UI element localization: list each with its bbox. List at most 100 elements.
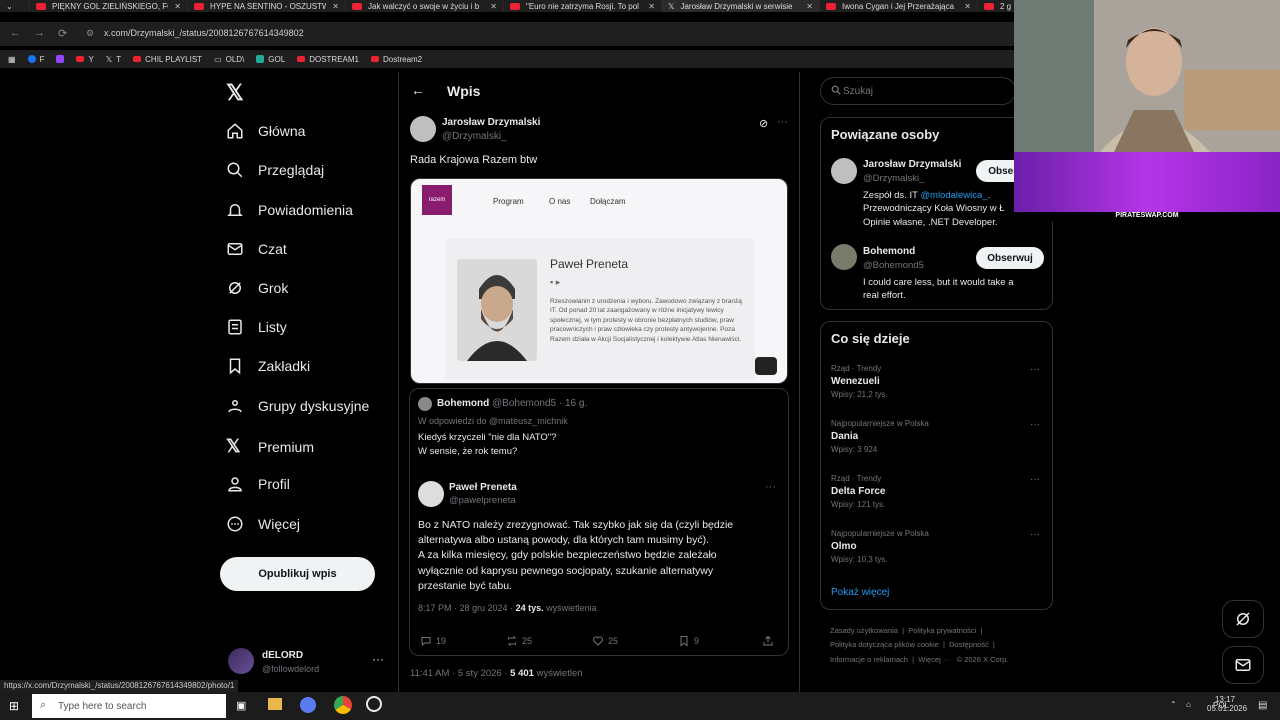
nav-chat[interactable]: Czat <box>226 240 287 258</box>
forward-icon[interactable]: → <box>34 27 45 39</box>
trend-item[interactable]: Najpopularniejsze w Polska Olmo Wpisy: 10,… <box>831 529 1046 564</box>
nav-home[interactable]: Główna <box>226 122 305 140</box>
x-logo-icon[interactable]: 𝕏 <box>226 80 244 106</box>
site-info-icon[interactable]: ⚙ <box>86 28 94 39</box>
trend-item[interactable]: Rząd · Trendy Delta Force Wpisy: 121 tys. … <box>831 474 1046 509</box>
back-icon[interactable]: ← <box>10 27 21 39</box>
network-icon[interactable]: ⌂ <box>1186 700 1191 709</box>
nav-communities[interactable]: Grupy dyskusyjne <box>226 397 369 415</box>
messages-button[interactable] <box>1222 646 1264 684</box>
chrome-icon[interactable] <box>334 696 352 714</box>
bell-icon <box>227 204 243 216</box>
close-icon[interactable]: ✕ <box>174 2 181 11</box>
tweet-timestamp: 11:41 AM · 5 sty 2026 · 5 401 wyświetleń <box>410 668 583 679</box>
close-icon[interactable]: ✕ <box>806 2 813 11</box>
discord-icon[interactable] <box>300 697 316 713</box>
bookmark-y[interactable]: Y <box>76 55 94 64</box>
apps-icon[interactable]: ▦ <box>8 55 16 64</box>
back-arrow-icon[interactable]: ← <box>411 82 425 98</box>
mail-icon <box>1235 659 1251 671</box>
tab-menu-button[interactable]: ⌄ <box>0 0 30 12</box>
trend-item[interactable]: Rząd · Trendy Wenezueli Wpisy: 21,2 tys. ·… <box>831 364 1046 399</box>
tab-2[interactable]: HYPE NA SENTINO - OSZUSTW ✕ <box>188 0 346 12</box>
reply-button[interactable]: 19 <box>420 635 446 647</box>
person-name: Paweł Preneta <box>550 257 629 271</box>
bookmark-gol[interactable]: GOL <box>256 55 285 64</box>
avatar[interactable] <box>831 158 857 184</box>
person-photo <box>457 259 537 361</box>
youtube-icon <box>133 56 142 62</box>
tab-3[interactable]: Jak walczyć o swoje w życiu i b ✕ <box>346 0 504 12</box>
nav-profile[interactable]: Profil <box>226 475 290 493</box>
tray-chevron-icon[interactable]: ⌃ <box>1170 700 1177 709</box>
reload-icon[interactable]: ⟳ <box>58 27 67 40</box>
social-icons: ▪ ▸ <box>550 277 561 287</box>
like-button[interactable]: 25 <box>592 635 618 647</box>
more-icon[interactable]: ··· <box>765 481 776 493</box>
bookmark-t[interactable]: 𝕏T <box>106 55 121 64</box>
author-handle[interactable]: @Drzymalski_ <box>442 131 507 142</box>
close-icon[interactable]: ✕ <box>648 2 655 11</box>
page-title: Wpis <box>447 83 481 99</box>
close-icon[interactable]: ✕ <box>490 2 497 11</box>
trend-item[interactable]: Najpopularniejsze w Polska Dania Wpisy: 3 … <box>831 419 1046 454</box>
person-bio: I could care less, but it would take a re… <box>863 277 1014 302</box>
repost-icon <box>507 636 517 646</box>
grok-icon <box>1236 612 1250 626</box>
nav-grok[interactable]: Grok <box>226 279 288 297</box>
author-name[interactable]: Jarosław Drzymalski <box>442 117 540 128</box>
avatar[interactable] <box>410 116 436 142</box>
tab-1[interactable]: PIĘKNY GOL ZIELIŃSKIEGO, FO ✕ <box>30 0 188 12</box>
bookmark-button[interactable]: 9 <box>678 635 699 647</box>
nav-more[interactable]: Więcej <box>226 515 300 533</box>
more-icon[interactable]: ··· <box>1030 419 1040 430</box>
avatar <box>418 481 444 507</box>
file-explorer-icon[interactable] <box>268 698 282 710</box>
bookmark-chil[interactable]: CHIL PLAYLIST <box>133 55 202 64</box>
sponsor-text: PIRATESWAP.COM <box>1014 212 1280 222</box>
nav-notifications[interactable]: Powiadomienia <box>226 201 353 219</box>
post-button[interactable]: Opublikuj wpis <box>220 557 375 591</box>
bookmark-old[interactable]: ▭ OLD\ <box>214 55 244 64</box>
show-more-link[interactable]: Pokaż więcej <box>831 587 889 598</box>
follow-button[interactable]: Obserwuj <box>976 247 1044 269</box>
status-link: https://x.com/Drzymalski_/status/2008126… <box>0 680 239 692</box>
bookmark-dostream2[interactable]: Dostream2 <box>371 55 422 64</box>
close-icon[interactable]: ✕ <box>964 2 971 11</box>
related-title: Powiązane osoby <box>831 127 940 142</box>
grok-button[interactable] <box>1222 600 1264 638</box>
nav-explore[interactable]: Przeglądaj <box>226 161 324 179</box>
quoted-thread[interactable]: Bohemond @Bohemond5 · 16 g. W odpowiedzi… <box>409 388 789 656</box>
taskbar-search[interactable]: ⌕ Type here to search <box>32 694 226 718</box>
windows-start-icon[interactable]: ⊞ <box>9 699 19 713</box>
grok-icon[interactable]: ⊘ <box>759 117 768 130</box>
nav-premium[interactable]: 𝕏 Premium <box>226 436 314 457</box>
tab-6[interactable]: Iwona Cygan i Jej Przerażająca ✕ <box>820 0 978 12</box>
more-icon[interactable]: ··· <box>777 116 788 128</box>
url-field[interactable]: x.com/Drzymalski_/status/200812676761434… <box>104 28 304 38</box>
obs-icon[interactable] <box>366 696 382 712</box>
nav-bookmarks[interactable]: Zakładki <box>226 357 310 375</box>
alt-text-icon[interactable] <box>755 357 777 375</box>
close-icon[interactable]: ✕ <box>332 2 339 11</box>
tab-4[interactable]: "Euro nie zatrzyma Rosji. To pol ✕ <box>504 0 662 12</box>
task-view-icon[interactable]: ▣ <box>236 699 246 712</box>
clock[interactable]: 13:17 05.01.2026 <box>1207 695 1247 713</box>
image-card[interactable]: razem Program O nas Dołączam Paweł Prene… <box>410 178 788 384</box>
account-switcher[interactable]: dELORD @followdelord ··· <box>228 646 398 682</box>
more-icon[interactable]: ··· <box>372 652 384 666</box>
bookmark-dostream1[interactable]: DOSTREAM1 <box>297 55 359 64</box>
bookmark-f[interactable]: F <box>27 55 44 64</box>
more-icon[interactable]: ··· <box>1030 529 1040 540</box>
share-button[interactable] <box>762 635 774 647</box>
nav-lists[interactable]: Listy <box>226 318 287 336</box>
home-icon <box>227 123 243 139</box>
notifications-icon[interactable]: ▤ <box>1258 700 1267 711</box>
avatar[interactable] <box>831 244 857 270</box>
bookmark-twitch[interactable] <box>56 55 65 63</box>
tab-5-active[interactable]: 𝕏 Jarosław Drzymalski w serwisie ✕ <box>662 0 820 12</box>
more-icon[interactable]: ··· <box>1030 364 1040 375</box>
more-icon[interactable]: ··· <box>1030 474 1040 485</box>
repost-button[interactable]: 25 <box>506 635 532 647</box>
search-input[interactable]: Szukaj <box>820 77 1016 105</box>
